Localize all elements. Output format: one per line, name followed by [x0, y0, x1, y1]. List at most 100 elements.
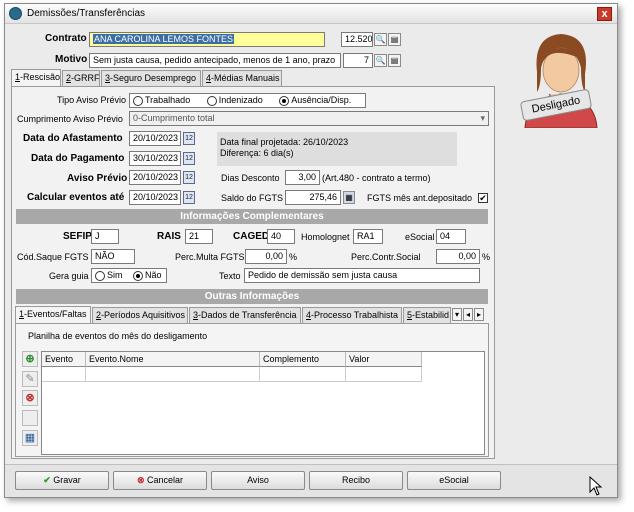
radio-nao[interactable]: Não [133, 270, 162, 281]
contrato-name-field[interactable]: ANA CAROLINA LEMOS FONTES [89, 32, 325, 47]
esocial-button[interactable]: eSocial [407, 471, 501, 490]
eventos-grid[interactable]: Evento Evento.Nome Complemento Valor [41, 351, 485, 455]
tab-processo-label: -Processo Trabalhista [311, 310, 399, 320]
rais-field[interactable]: 21 [185, 229, 213, 244]
saldo-fgts-label: Saldo do FGTS [221, 193, 284, 203]
tab-processo-trabalhista[interactable]: 4-Processo Trabalhista [302, 307, 402, 323]
cumprimento-select[interactable]: 0-Cumprimento total ▾ [129, 111, 489, 126]
perc-contr-unit: % [482, 252, 491, 262]
tipo-aviso-radio-group: Trabalhado Indenizado Ausência/Disp. [129, 93, 366, 108]
edit-event-icon[interactable]: ✎ [22, 371, 38, 387]
data-final-projetada: Data final projetada: 26/10/2023 [220, 137, 349, 147]
calendar-icon[interactable]: 12 [183, 132, 195, 145]
fgts-mes-checkbox[interactable]: ✔ [478, 193, 488, 203]
col-complemento[interactable]: Complemento [260, 352, 346, 367]
tab-grrf[interactable]: 2-GRRF [62, 70, 100, 86]
radio-sim[interactable]: Sim [95, 270, 123, 281]
gravar-button[interactable]: ✔ Gravar [15, 471, 109, 490]
col-evento-nome[interactable]: Evento.Nome [86, 352, 260, 367]
blank-tool-icon[interactable] [22, 410, 38, 426]
dias-desconto-field[interactable]: 3,00 [285, 170, 320, 185]
aviso-button[interactable]: Aviso [211, 471, 305, 490]
complementares-header: Informações Complementares [16, 209, 488, 224]
tab-seguro-label: -Seguro Desemprego [110, 73, 197, 83]
tab-periodos-aquisitivos[interactable]: 2-Períodos Aquisitivos [92, 307, 188, 323]
tab-rescisao[interactable]: 1-Rescisão [11, 69, 61, 86]
contrato-name-text: ANA CAROLINA LEMOS FONTES [93, 34, 235, 44]
data-pagamento-field[interactable]: 30/10/2023 [129, 151, 181, 166]
caged-field[interactable]: 40 [267, 229, 295, 244]
window-title: Demissões/Transferências [27, 8, 146, 19]
tab-seguro-desemprego[interactable]: 3-Seguro Desemprego [101, 70, 201, 86]
calculator-icon[interactable]: ▦ [343, 191, 355, 204]
calendar-icon[interactable]: 12 [183, 171, 195, 184]
delete-event-icon[interactable]: ⊗ [22, 390, 38, 406]
radio-nao-circle[interactable] [133, 270, 144, 281]
search-contrato-icon[interactable]: 🔍 [374, 33, 387, 46]
perc-contr-label: Perc.Contr.Social [351, 252, 421, 262]
grid-cell[interactable] [346, 367, 422, 382]
cod-saque-field[interactable]: NÃO [91, 249, 135, 264]
list-motivo-icon[interactable]: ▤ [388, 54, 401, 67]
cumprimento-label: Cumprimento Aviso Prévio [17, 114, 123, 124]
title-bar: Demissões/Transferências x [5, 4, 617, 24]
list-contrato-icon[interactable]: ▤ [388, 33, 401, 46]
planilha-text: Planilha de eventos do mês do desligamen… [28, 331, 208, 341]
calculator-tool-icon[interactable]: ▦ [22, 430, 38, 446]
radio-ausencia[interactable]: Ausência/Disp. [279, 95, 352, 106]
sefip-field[interactable]: J [91, 229, 119, 244]
col-evento[interactable]: Evento [42, 352, 86, 367]
outras-header: Outras Informações [16, 289, 488, 304]
perc-contr-field[interactable]: 0,00 [436, 249, 480, 264]
grid-cell[interactable] [42, 367, 86, 382]
radio-indenizado[interactable]: Indenizado [206, 95, 263, 106]
radio-trabalhado-circle[interactable] [133, 95, 143, 106]
calcular-eventos-label: Calcular eventos até [27, 192, 125, 203]
radio-ausencia-circle[interactable] [279, 95, 290, 106]
grid-cell[interactable] [86, 367, 260, 382]
tab-dados-transferencia[interactable]: 3-Dados de Transferência [189, 307, 301, 323]
tab-medias-manuais[interactable]: 4-Médias Manuais [202, 70, 282, 86]
esocial-label: eSocial [405, 232, 435, 242]
homolognet-label: Homolognet [301, 232, 350, 242]
motivo-code-field[interactable]: 7 [343, 53, 373, 68]
calendar-icon[interactable]: 12 [183, 152, 195, 165]
tab-estabilidade[interactable]: 5-Estabilid [403, 307, 451, 323]
grid-cell[interactable] [260, 367, 346, 382]
radio-ausencia-label: Ausência/Disp. [291, 95, 352, 105]
check-icon: ✔ [43, 475, 51, 485]
gravar-label: Gravar [53, 475, 81, 485]
radio-indenizado-circle[interactable] [206, 95, 217, 106]
radio-trabalhado-label: Trabalhado [145, 95, 191, 105]
search-motivo-icon[interactable]: 🔍 [374, 54, 387, 67]
tab-dropdown-icon[interactable]: ▾ [452, 308, 462, 321]
dias-desconto-note: (Art.480 - contrato a termo) [322, 173, 431, 183]
calendar-icon[interactable]: 12 [183, 191, 195, 204]
esocial-field[interactable]: 04 [436, 229, 466, 244]
calcular-eventos-field[interactable]: 20/10/2023 [129, 190, 181, 205]
gera-guia-radio-group: Sim Não [91, 268, 167, 283]
tab-scroll-right-icon[interactable]: ▸ [474, 308, 484, 321]
perc-multa-field[interactable]: 0,00 [245, 249, 287, 264]
motivo-description-field[interactable]: Sem justa causa, pedido antecipado, meno… [89, 53, 341, 68]
data-afastamento-field[interactable]: 20/10/2023 [129, 131, 181, 146]
tab-scroll-left-icon[interactable]: ◂ [463, 308, 473, 321]
contrato-code-field[interactable]: 12.520 [341, 32, 373, 47]
tab-rescisao-label: -Rescisão [20, 72, 61, 82]
radio-trabalhado[interactable]: Trabalhado [133, 95, 191, 106]
close-button[interactable]: x [597, 7, 612, 21]
homolognet-field[interactable]: RA1 [353, 229, 383, 244]
data-pagamento-label: Data do Pagamento [31, 153, 125, 164]
aviso-previo-field[interactable]: 20/10/2023 [129, 170, 181, 185]
add-event-icon[interactable]: ⊕ [22, 351, 38, 367]
saldo-fgts-field[interactable]: 275,46 [285, 190, 341, 205]
col-valor[interactable]: Valor [346, 352, 422, 367]
cancelar-button[interactable]: ⊗ Cancelar [113, 471, 207, 490]
tab-eventos-faltas[interactable]: 1-Eventos/Faltas [15, 306, 91, 323]
texto-field[interactable]: Pedido de demissão sem justa causa [244, 268, 480, 283]
texto-label: Texto [219, 271, 241, 281]
cod-saque-label: Cód.Saque FGTS [17, 252, 89, 262]
cancelar-label: Cancelar [147, 475, 184, 485]
radio-sim-circle[interactable] [95, 270, 105, 281]
recibo-button[interactable]: Recibo [309, 471, 403, 490]
